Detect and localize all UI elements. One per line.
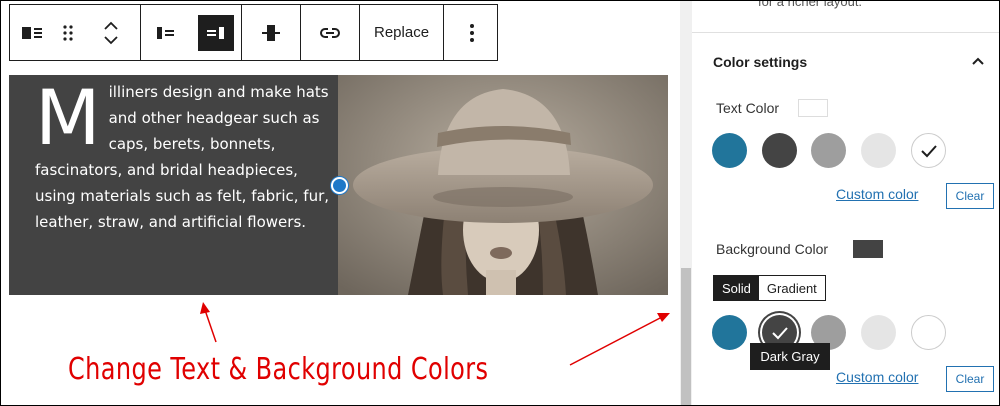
text-clear-button[interactable]: Clear xyxy=(946,183,994,209)
bg-custom-color-link[interactable]: Custom color xyxy=(836,369,918,385)
text-color-indicator xyxy=(798,99,828,117)
bg-swatch-white[interactable] xyxy=(911,315,946,350)
background-color-label: Background Color xyxy=(716,241,829,257)
color-type-toggle: Solid Gradient xyxy=(713,275,826,301)
text-swatch-white[interactable] xyxy=(911,133,946,168)
text-swatch-light-gray[interactable] xyxy=(861,133,896,168)
solid-tab[interactable]: Solid xyxy=(714,276,759,300)
swatch-tooltip: Dark Gray xyxy=(750,343,830,370)
sidebar-top-text: for a richer layout. xyxy=(758,0,863,9)
text-swatch-dark-gray[interactable] xyxy=(762,133,797,168)
bg-clear-button[interactable]: Clear xyxy=(946,366,994,392)
bg-swatch-blue[interactable] xyxy=(712,315,747,350)
text-swatch-blue[interactable] xyxy=(712,133,747,168)
settings-sidebar: for a richer layout. Color settings Text… xyxy=(692,0,1000,406)
check-icon xyxy=(771,326,788,339)
bg-swatch-light-gray[interactable] xyxy=(861,315,896,350)
chevron-up-icon[interactable] xyxy=(970,53,986,69)
check-icon xyxy=(920,144,937,157)
background-color-indicator xyxy=(853,240,883,258)
text-custom-color-link[interactable]: Custom color xyxy=(836,186,918,202)
sidebar-previous-panel: for a richer layout. xyxy=(692,0,1000,33)
annotation-arrows xyxy=(200,302,670,366)
gradient-tab[interactable]: Gradient xyxy=(759,276,825,300)
arrow-to-block xyxy=(200,302,217,343)
arrow-to-sidebar xyxy=(569,313,670,366)
color-settings-title[interactable]: Color settings xyxy=(713,54,807,70)
text-color-label: Text Color xyxy=(716,100,780,116)
text-swatch-gray[interactable] xyxy=(811,133,846,168)
